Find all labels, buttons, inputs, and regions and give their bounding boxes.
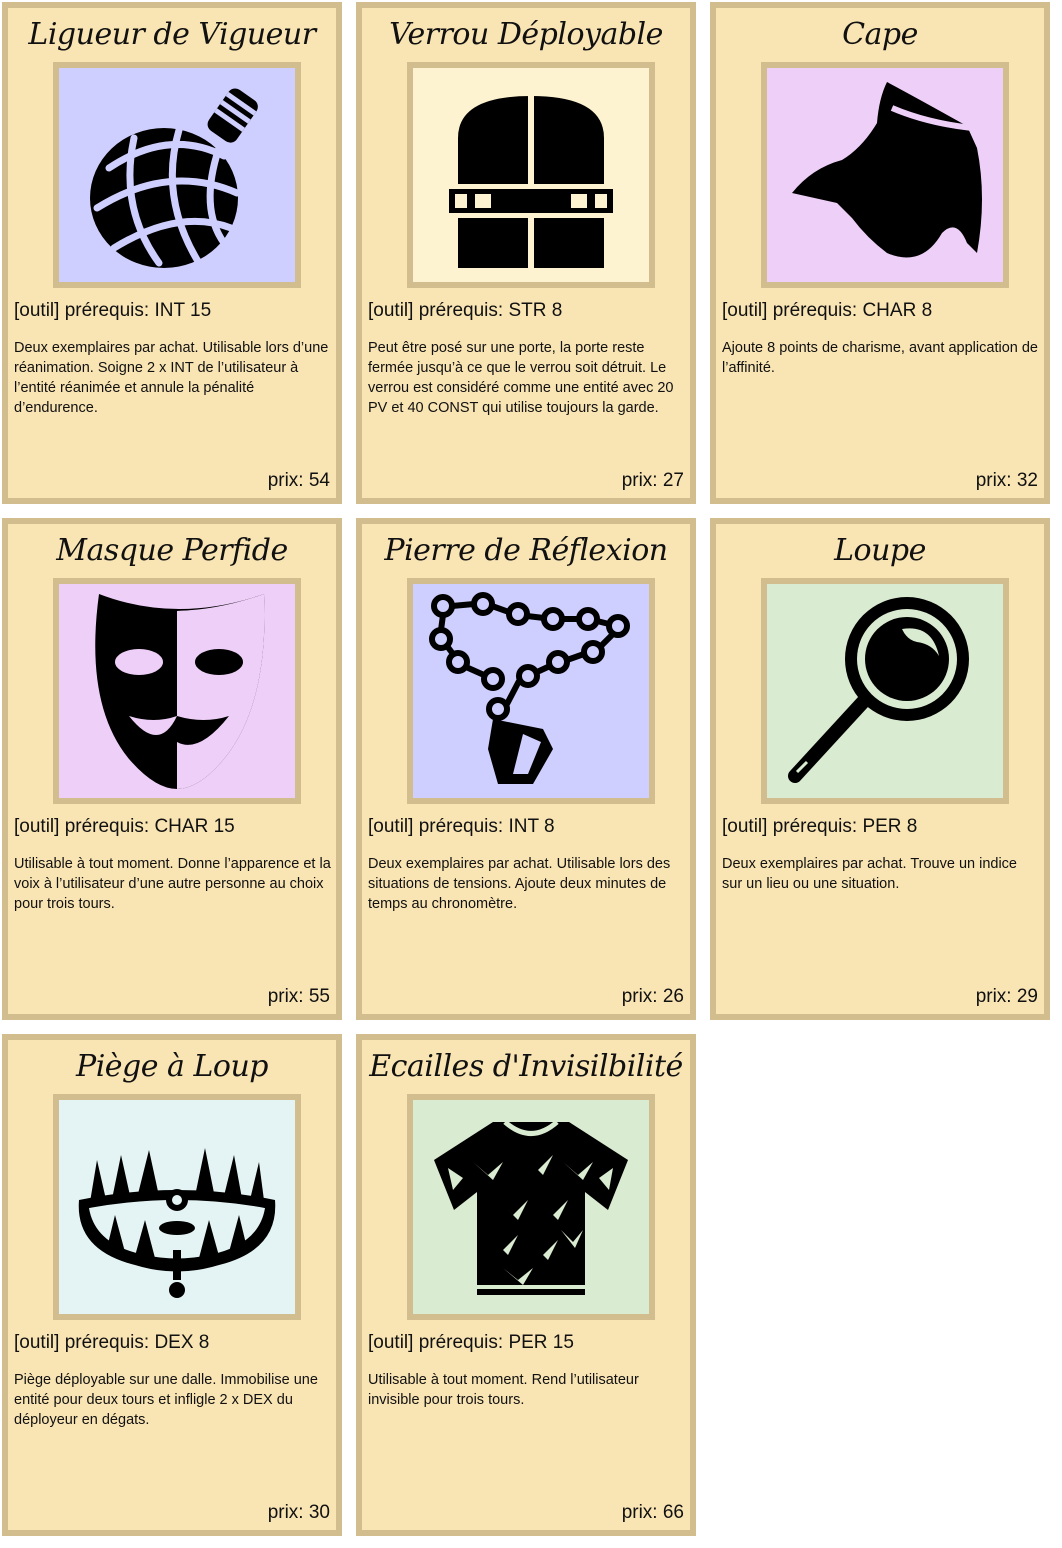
description: Deux exemplaires par achat. Trouve un in…	[722, 856, 1017, 892]
requirement: [outil] prérequis: PER 8	[722, 816, 918, 837]
card-title: Ligueur de Vigueur	[28, 17, 316, 52]
description: Deux exemplaires par achat. Utilisable l…	[14, 340, 329, 416]
card-ecailles-d-invisibilite[interactable]: Ecailles d'Invisilbilité [outil] prérequ…	[356, 1034, 696, 1536]
price: prix: 32	[975, 470, 1038, 491]
card-title: Cape	[842, 17, 918, 52]
card-title: Piège à Loup	[76, 1049, 268, 1084]
description: Piège déployable sur une dalle. Immobili…	[14, 1372, 318, 1428]
card-verrou-deployable[interactable]: Verrou Déployable [outil] prérequis: STR…	[356, 2, 696, 504]
card-piege-a-loup[interactable]: Piège à Loup [outil] prérequis: DEX 8 Pi…	[2, 1034, 342, 1536]
card-title: Masque Perfide	[56, 533, 288, 568]
card-masque-perfide[interactable]: Masque Perfide [outil] prérequis: CHAR 1…	[2, 518, 342, 1020]
price: prix: 29	[975, 986, 1038, 1007]
requirement: [outil] prérequis: DEX 8	[14, 1332, 210, 1353]
art-panel	[413, 1100, 649, 1314]
card-pierre-de-reflexion[interactable]: Pierre de Réflexion [outil] prérequis: I…	[356, 518, 696, 1020]
art-panel	[413, 68, 649, 282]
description: Peut être posé sur une porte, la porte r…	[368, 340, 674, 416]
lock-door-icon	[443, 96, 619, 268]
cape-icon	[792, 82, 982, 258]
requirement: [outil] prérequis: INT 8	[368, 816, 555, 837]
art-panel	[767, 584, 1003, 798]
bear-trap-icon	[78, 1148, 276, 1298]
requirement: [outil] prérequis: INT 15	[14, 300, 212, 321]
requirement: [outil] prérequis: CHAR 8	[722, 300, 933, 321]
art-panel	[767, 68, 1003, 282]
card-title: Ecailles d'Invisilbilité	[369, 1049, 683, 1084]
description: Deux exemplaires par achat. Utilisable l…	[368, 856, 671, 912]
pendant-icon	[429, 592, 630, 784]
art-panel	[413, 584, 649, 798]
card-loupe[interactable]: Loupe [outil] prérequis: PER 8 Deux exem…	[710, 518, 1050, 1020]
price: prix: 55	[267, 986, 330, 1007]
card-ligueur-de-vigueur[interactable]: Ligueur de Vigueur [outil] prérequis: IN…	[2, 2, 342, 504]
magnifier-icon	[788, 597, 969, 783]
description: Utilisable à tout moment. Rend l’utilisa…	[368, 1372, 639, 1408]
card-cape[interactable]: Cape [outil] prérequis: CHAR 8 Ajoute 8 …	[710, 2, 1050, 504]
art-panel	[59, 68, 295, 282]
art-panel	[59, 584, 295, 798]
art-frame	[53, 62, 301, 288]
card-title: Loupe	[834, 533, 926, 568]
price: prix: 30	[267, 1502, 330, 1523]
art-frame	[53, 1094, 301, 1320]
price: prix: 54	[267, 470, 330, 491]
art-frame	[407, 1094, 655, 1320]
requirement: [outil] prérequis: PER 15	[368, 1332, 574, 1353]
card-title: Pierre de Réflexion	[384, 533, 668, 568]
requirement: [outil] prérequis: STR 8	[368, 300, 563, 321]
art-frame	[407, 62, 655, 288]
art-frame	[407, 578, 655, 804]
price: prix: 26	[621, 986, 684, 1007]
art-frame	[53, 578, 301, 804]
potion-icon	[90, 88, 258, 268]
mask-icon	[95, 594, 265, 789]
description: Ajoute 8 points de charisme, avant appli…	[722, 340, 1038, 376]
scale-shirt-icon	[434, 1120, 628, 1295]
price: prix: 27	[621, 470, 684, 491]
description: Utilisable à tout moment. Donne l’appare…	[14, 856, 331, 912]
art-frame	[761, 578, 1009, 804]
art-frame	[761, 62, 1009, 288]
requirement: [outil] prérequis: CHAR 15	[14, 816, 235, 837]
card-title: Verrou Déployable	[389, 17, 663, 52]
price: prix: 66	[621, 1502, 684, 1523]
art-panel	[59, 1100, 295, 1314]
